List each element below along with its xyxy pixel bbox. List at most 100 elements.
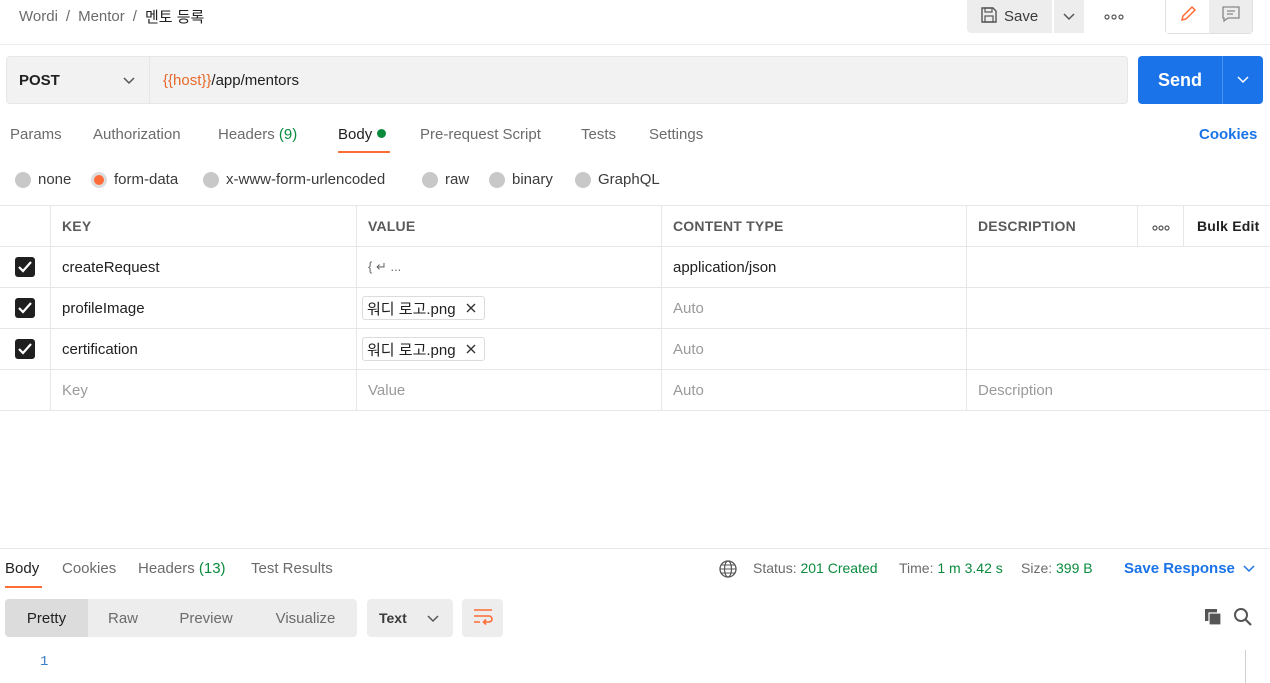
send-dropdown-button[interactable] — [1223, 56, 1263, 104]
checkbox-checked[interactable] — [15, 298, 35, 318]
response-tab-test-results[interactable]: Test Results — [251, 560, 333, 577]
row-checkbox-cell — [0, 370, 50, 410]
header-description: DESCRIPTION — [966, 206, 1137, 246]
status-info[interactable]: Status: 201 Created — [753, 560, 878, 576]
response-tab-headers[interactable]: Headers (13) — [138, 560, 226, 577]
radio-urlencoded[interactable]: x-www-form-urlencoded — [203, 171, 385, 188]
size-info[interactable]: Size: 399 B — [1021, 560, 1093, 576]
request-name[interactable]: 멘토 등록 — [145, 6, 204, 27]
view-raw[interactable]: Raw — [88, 599, 158, 637]
save-icon — [980, 6, 998, 28]
chevron-down-icon — [123, 72, 135, 89]
bulk-edit-button[interactable]: Bulk Edit — [1183, 206, 1270, 246]
response-tab-cookies[interactable]: Cookies — [62, 560, 116, 577]
status-dot — [377, 129, 387, 138]
table-options-button[interactable] — [1137, 206, 1183, 246]
checkbox-checked[interactable] — [15, 257, 35, 277]
copy-icon[interactable] — [1203, 607, 1223, 632]
row-checkbox-cell — [0, 247, 50, 287]
status-value: 201 Created — [800, 560, 878, 576]
table-row: profileImage 워디 로고.png Auto — [0, 288, 1270, 329]
radio-circle-selected — [91, 171, 107, 188]
send-button[interactable]: Send — [1138, 56, 1222, 104]
tab-settings[interactable]: Settings — [649, 126, 703, 143]
table-row: certification 워디 로고.png Auto — [0, 329, 1270, 370]
active-tab-indicator — [5, 586, 42, 588]
tab-body[interactable]: Body — [338, 126, 387, 143]
form-data-table: KEY VALUE CONTENT TYPE DESCRIPTION Bulk … — [0, 205, 1270, 411]
header-content-type: CONTENT TYPE — [661, 206, 966, 246]
view-preview[interactable]: Preview — [158, 599, 254, 637]
divider — [0, 44, 1270, 45]
content-type-field[interactable]: application/json — [661, 247, 966, 287]
response-tab-body[interactable]: Body — [5, 560, 39, 577]
view-mode-toggle — [1165, 0, 1253, 34]
save-response-button[interactable]: Save Response — [1124, 560, 1255, 577]
breadcrumb-collection[interactable]: Mentor — [78, 8, 125, 25]
radio-raw[interactable]: raw — [422, 171, 469, 188]
value-placeholder[interactable]: Value — [356, 370, 661, 410]
content-type-placeholder[interactable]: Auto — [661, 370, 966, 410]
description-field[interactable] — [966, 329, 1137, 369]
tab-headers-label: Headers — [218, 126, 275, 143]
tab-headers-count: (9) — [278, 126, 298, 143]
url-variable: {{host}} — [163, 71, 212, 89]
format-select[interactable]: Text — [367, 599, 453, 637]
response-tab-headers-label: Headers — [138, 560, 195, 577]
globe-icon[interactable] — [718, 559, 738, 584]
value-field[interactable]: 워디 로고.png — [356, 329, 661, 369]
scrollbar[interactable] — [1245, 650, 1246, 683]
content-type-field[interactable]: Auto — [661, 288, 966, 328]
wrap-lines-icon — [472, 607, 494, 630]
radio-binary[interactable]: binary — [489, 171, 553, 188]
radio-label: raw — [445, 171, 470, 188]
radio-graphql[interactable]: GraphQL — [575, 171, 660, 188]
chevron-down-icon — [1063, 8, 1075, 26]
tab-headers[interactable]: Headers (9) — [218, 126, 297, 143]
close-icon[interactable] — [466, 341, 476, 358]
value-field[interactable]: 워디 로고.png — [356, 288, 661, 328]
radio-form-data[interactable]: form-data — [91, 171, 178, 188]
more-options-button[interactable] — [1100, 8, 1128, 24]
checkbox-checked[interactable] — [15, 339, 35, 359]
table-row: createRequest { ↵ ... application/json — [0, 247, 1270, 288]
breadcrumb-workspace[interactable]: Wordi — [19, 8, 58, 25]
comments-button[interactable] — [1209, 0, 1252, 33]
save-button[interactable]: Save — [967, 0, 1052, 33]
tab-prerequest-script[interactable]: Pre-request Script — [420, 126, 541, 143]
method-select[interactable]: POST — [6, 56, 150, 104]
radio-none[interactable]: none — [15, 171, 71, 188]
tab-tests[interactable]: Tests — [581, 126, 616, 143]
file-name: 워디 로고.png — [367, 300, 456, 318]
view-pretty[interactable]: Pretty — [5, 599, 88, 637]
wrap-lines-button[interactable] — [462, 599, 503, 637]
radio-circle — [422, 171, 438, 188]
value-field[interactable]: { ↵ ... — [356, 247, 661, 287]
key-placeholder[interactable]: Key — [50, 370, 356, 410]
description-placeholder[interactable]: Description — [966, 370, 1137, 410]
chevron-down-icon — [427, 610, 439, 626]
header-value: VALUE — [356, 206, 661, 246]
radio-label: GraphQL — [598, 171, 660, 188]
close-icon[interactable] — [466, 300, 476, 317]
breadcrumb-separator: / — [132, 8, 137, 25]
edit-mode-button[interactable] — [1166, 0, 1209, 33]
content-type-field[interactable]: Auto — [661, 329, 966, 369]
url-input[interactable]: {{host}}/app/mentors — [150, 56, 1128, 104]
tab-params[interactable]: Params — [10, 126, 62, 143]
breadcrumb-separator: / — [65, 8, 71, 25]
table-header-row: KEY VALUE CONTENT TYPE DESCRIPTION Bulk … — [0, 205, 1270, 247]
save-dropdown-button[interactable] — [1054, 0, 1084, 33]
key-field[interactable]: certification — [50, 329, 356, 369]
search-icon[interactable] — [1233, 607, 1253, 632]
view-visualize[interactable]: Visualize — [254, 599, 357, 637]
key-field[interactable]: profileImage — [50, 288, 356, 328]
description-field[interactable] — [966, 247, 1137, 287]
time-info[interactable]: Time: 1 m 3.42 s — [899, 560, 1003, 576]
radio-circle — [575, 171, 591, 188]
key-field[interactable]: createRequest — [50, 247, 356, 287]
radio-circle — [15, 171, 31, 188]
cookies-link[interactable]: Cookies — [1199, 126, 1257, 143]
description-field[interactable] — [966, 288, 1137, 328]
tab-authorization[interactable]: Authorization — [93, 126, 181, 143]
